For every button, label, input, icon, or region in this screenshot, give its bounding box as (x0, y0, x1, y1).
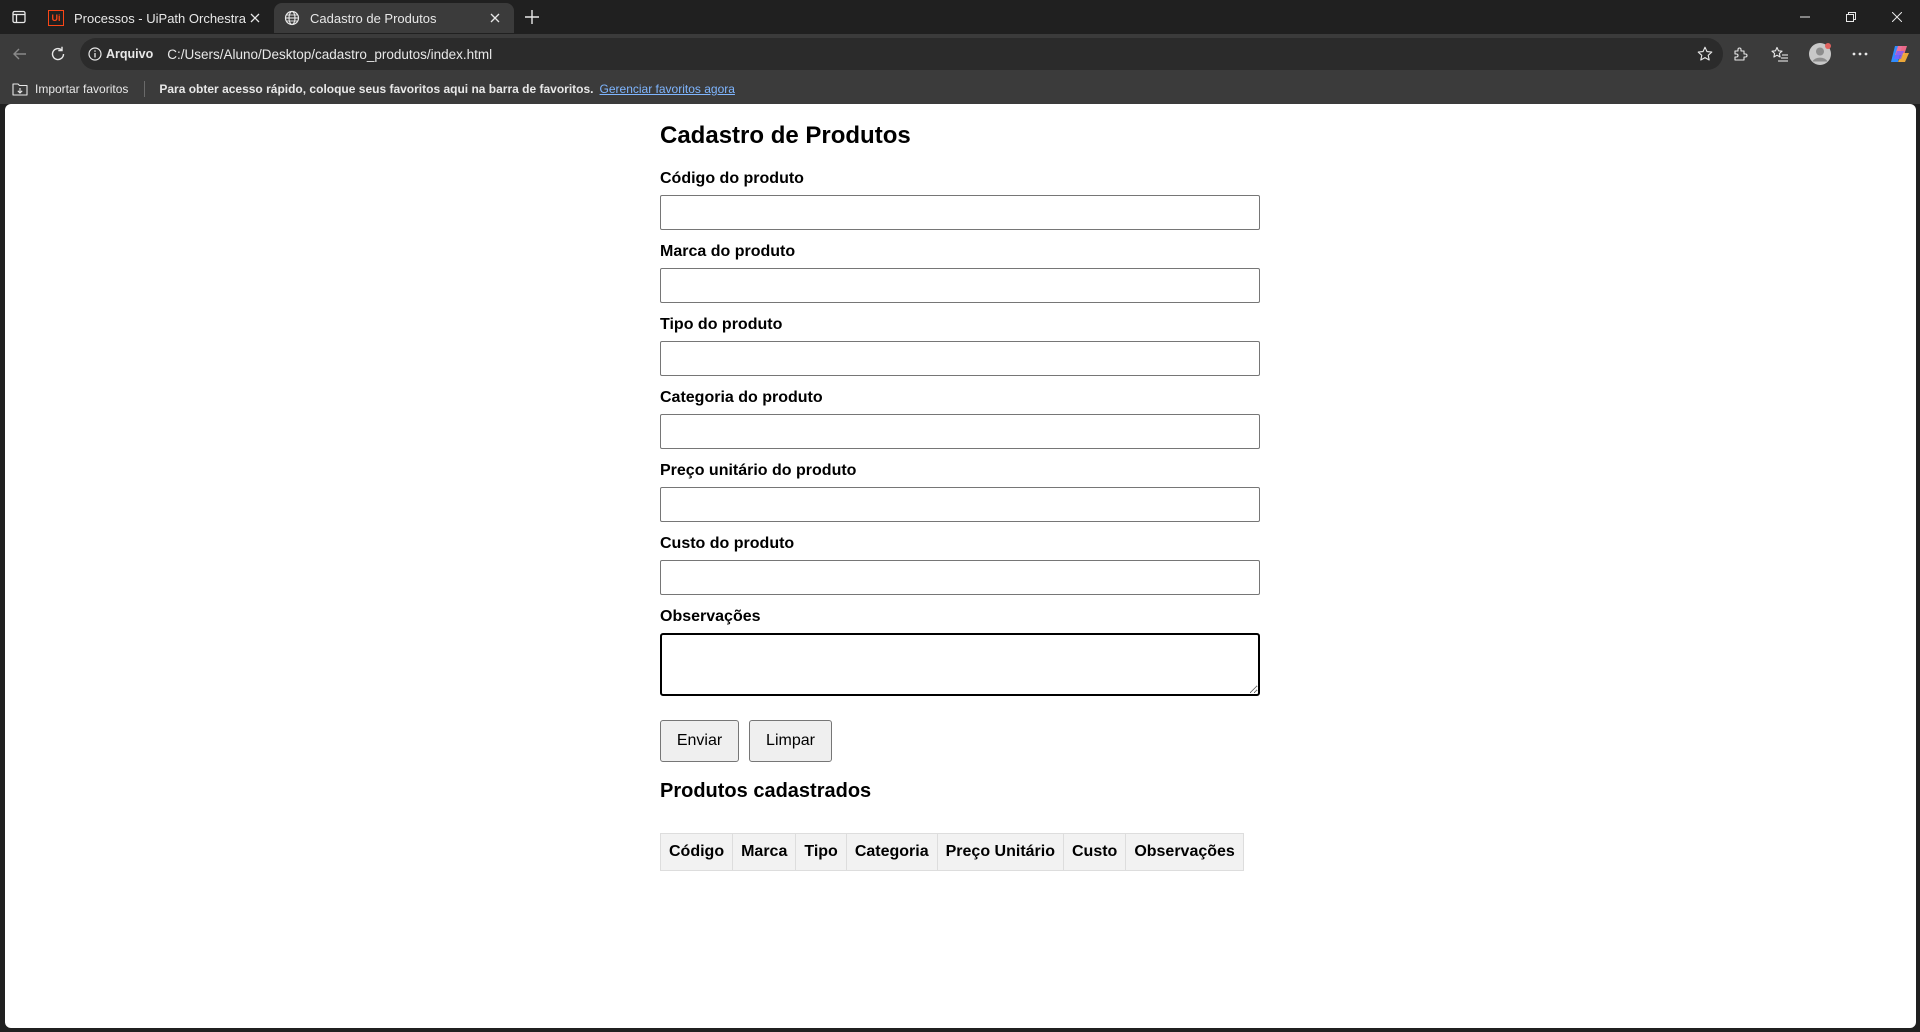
close-window-button[interactable] (1874, 0, 1920, 34)
close-tab-icon[interactable] (486, 9, 504, 27)
plus-icon (525, 10, 539, 24)
minimize-icon (1800, 16, 1810, 18)
favorites-button[interactable] (1760, 36, 1800, 72)
column-header-type: Tipo (795, 833, 847, 871)
import-favorites-button[interactable]: Importar favoritos (12, 82, 128, 96)
notes-textarea[interactable] (660, 633, 1260, 696)
info-icon (88, 47, 102, 61)
unit-price-input[interactable] (660, 487, 1260, 522)
tab-actions-icon (12, 10, 26, 24)
tab-bar: Ui Processos - UiPath Orchestrator Cadas… (0, 0, 1920, 34)
address-bar[interactable]: Arquivo C:/Users/Aluno/Desktop/cadastro_… (80, 38, 1723, 70)
avatar-icon (1809, 43, 1831, 65)
url-text[interactable]: C:/Users/Aluno/Desktop/cadastro_produtos… (167, 47, 492, 62)
manage-favorites-link[interactable]: Gerenciar favoritos agora (600, 82, 735, 96)
column-header-unit-price: Preço Unitário (936, 833, 1064, 871)
tab-title: Cadastro de Produtos (310, 10, 437, 26)
uipath-favicon: Ui (48, 10, 64, 26)
minimize-button[interactable] (1782, 0, 1828, 34)
window-controls (1782, 0, 1920, 34)
page-title: Cadastro de Produtos (660, 122, 911, 149)
copilot-button[interactable] (1880, 36, 1920, 72)
product-category-input[interactable] (660, 414, 1260, 449)
product-type-label: Tipo do produto (660, 316, 783, 333)
table-header-row: Código Marca Tipo Categoria Preço Unitár… (659, 833, 1244, 871)
page-viewport: Cadastro de Produtos Código do produto M… (5, 104, 1916, 1028)
profile-button[interactable] (1800, 36, 1840, 72)
products-table: Código Marca Tipo Categoria Preço Unitár… (659, 833, 1244, 871)
site-info-label: Arquivo (106, 47, 154, 61)
submit-button[interactable]: Enviar (660, 720, 739, 762)
back-button[interactable] (2, 36, 38, 72)
restore-button[interactable] (1828, 0, 1874, 34)
column-header-code: Código (659, 833, 734, 871)
back-arrow-icon (13, 48, 26, 60)
clear-button[interactable]: Limpar (749, 720, 832, 762)
favorites-message: Para obter acesso rápido, coloque seus f… (159, 82, 594, 96)
product-cost-label: Custo do produto (660, 535, 795, 552)
notes-label: Observações (660, 608, 761, 625)
more-icon (1852, 52, 1868, 56)
star-icon (1697, 46, 1713, 61)
product-type-input[interactable] (660, 341, 1260, 376)
tab-uipath-orchestrator[interactable]: Ui Processos - UiPath Orchestrator (38, 3, 274, 33)
favorites-bar: Importar favoritos Para obter acesso ráp… (0, 74, 1920, 104)
restore-icon (1846, 12, 1856, 22)
column-header-cost: Custo (1062, 833, 1127, 871)
product-category-label: Categoria do produto (660, 389, 823, 406)
extensions-icon (1734, 47, 1748, 61)
column-header-brand: Marca (732, 833, 797, 871)
reload-button[interactable] (40, 36, 76, 72)
products-section-title: Produtos cadastrados (660, 780, 872, 802)
product-brand-label: Marca do produto (660, 243, 796, 260)
product-brand-input[interactable] (660, 268, 1260, 303)
copilot-icon (1891, 46, 1909, 62)
import-favorites-icon (12, 83, 28, 96)
favorites-divider (144, 81, 146, 97)
unit-price-label: Preço unitário do produto (660, 462, 857, 479)
more-options-button[interactable] (1840, 36, 1880, 72)
column-header-notes: Observações (1125, 833, 1244, 871)
browser-toolbar: Arquivo C:/Users/Aluno/Desktop/cadastro_… (0, 34, 1920, 74)
import-favorites-label: Importar favoritos (35, 82, 129, 96)
reload-icon (51, 46, 65, 61)
tab-title: Processos - UiPath Orchestrator (74, 10, 246, 26)
favorites-icon (1771, 46, 1788, 62)
product-code-label: Código do produto (660, 170, 804, 187)
add-favorite-button[interactable] (1695, 44, 1715, 64)
extensions-button[interactable] (1720, 36, 1760, 72)
toolbar-actions (1720, 34, 1920, 74)
tab-cadastro-de-produtos[interactable]: Cadastro de Produtos (274, 3, 514, 33)
close-icon (1892, 12, 1902, 22)
tab-actions-button[interactable] (0, 0, 38, 34)
product-cost-input[interactable] (660, 560, 1260, 595)
globe-icon (284, 10, 300, 26)
column-header-category: Categoria (845, 833, 938, 871)
product-code-input[interactable] (660, 195, 1260, 230)
site-info-button[interactable]: Arquivo (88, 47, 153, 61)
close-tab-icon[interactable] (246, 9, 264, 27)
new-tab-button[interactable] (514, 2, 550, 32)
